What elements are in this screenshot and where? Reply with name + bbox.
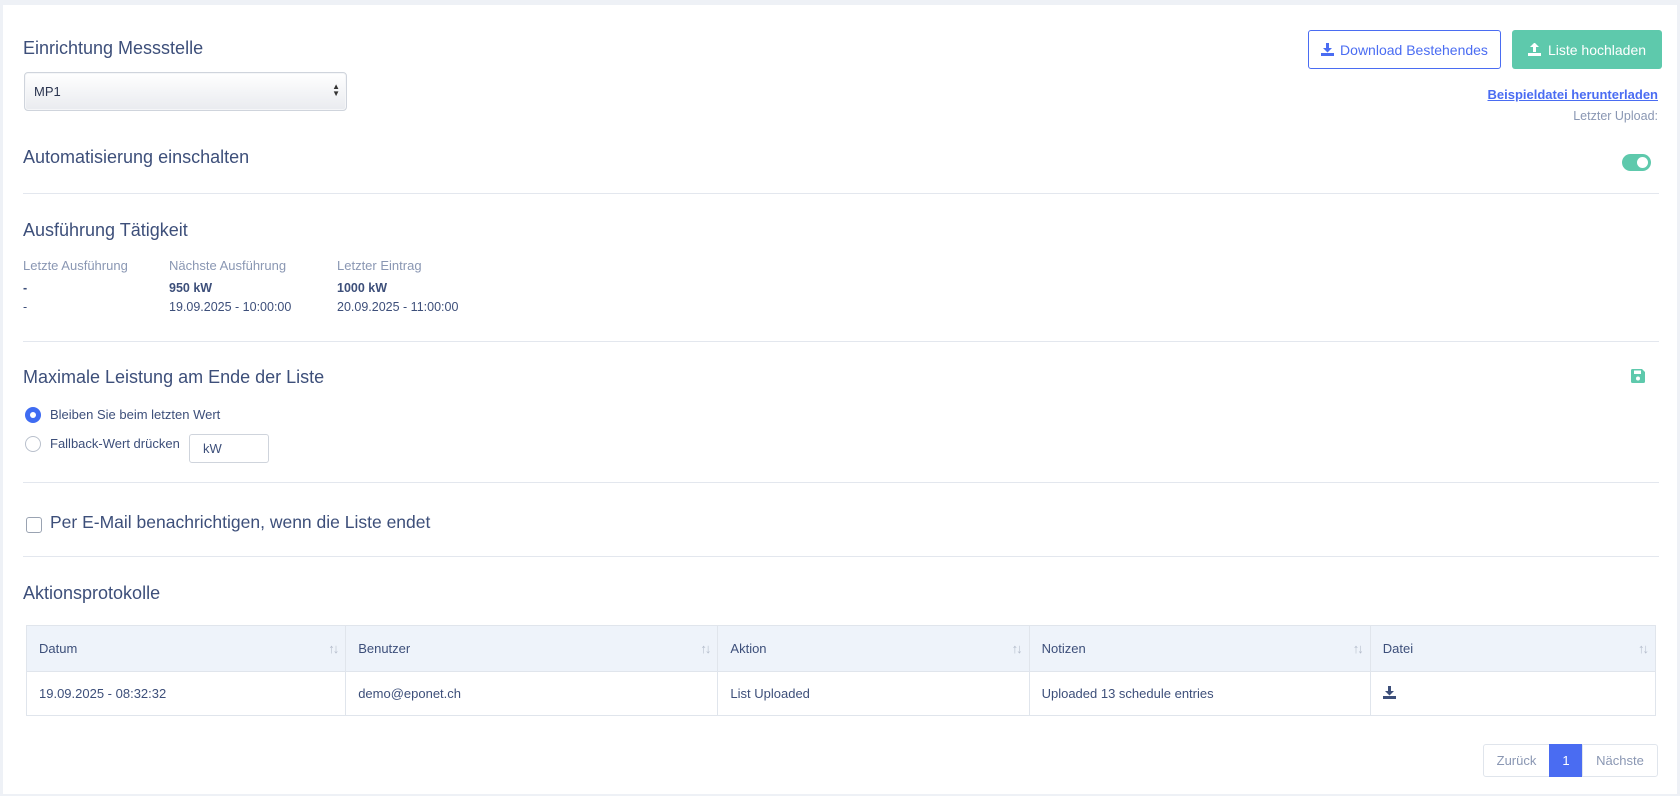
- last-execution-date: -: [23, 300, 28, 314]
- automation-title: Automatisierung einschalten: [23, 147, 250, 167]
- cell-benutzer: demo@eponet.ch: [345, 671, 719, 716]
- cell-datum: 19.09.2025 - 08:32:32: [25, 671, 347, 716]
- measuring-point-select[interactable]: MP1 ▲ ▼: [24, 72, 347, 111]
- setup-title: Einrichtung Messstelle: [23, 38, 204, 58]
- sort-icon: ↑↓: [1638, 641, 1649, 656]
- divider: [23, 482, 1659, 483]
- download-icon: [1321, 43, 1335, 56]
- next-execution-value: 950 kW: [169, 281, 213, 295]
- last-entry-label: Letzter Eintrag: [337, 258, 422, 273]
- header-label: Datum: [39, 641, 78, 656]
- sort-icon: ↑↓: [328, 641, 339, 656]
- table-header-row: Datum ↑↓ Benutzer ↑↓ Aktion ↑↓ Notizen ↑↓ Da…: [25, 625, 1657, 672]
- header-label: Datei: [1382, 641, 1414, 656]
- column-header-aktion[interactable]: Aktion ↑↓: [717, 625, 1030, 672]
- divider: [23, 341, 1659, 342]
- pagination-page-1[interactable]: 1: [1549, 744, 1583, 777]
- radio-fallback-label: Fallback-Wert drücken: [50, 436, 180, 451]
- pagination-next-button[interactable]: Nächste: [1582, 744, 1658, 777]
- header-label: Notizen: [1041, 641, 1086, 656]
- download-existing-button[interactable]: Download Bestehendes: [1308, 30, 1501, 69]
- main-card: Einrichtung Messstelle MP1 ▲ ▼ Download B…: [3, 5, 1677, 794]
- fallback-value-input[interactable]: kW: [189, 434, 269, 463]
- action-log-table: Datum ↑↓ Benutzer ↑↓ Aktion ↑↓ Notizen ↑↓ Da…: [25, 625, 1657, 716]
- sort-icon: ↑↓: [1352, 641, 1364, 656]
- upload-icon: [1527, 43, 1541, 56]
- divider: [23, 193, 1659, 194]
- last-execution-label: Letzte Ausführung: [23, 258, 128, 273]
- upload-button-label: Liste hochladen: [1547, 41, 1647, 58]
- header-label: Aktion: [730, 641, 767, 656]
- select-arrows-icon: ▲ ▼: [332, 82, 340, 98]
- table-row: 19.09.2025 - 08:32:32 demo@eponet.ch Lis…: [25, 671, 1657, 716]
- column-header-datum[interactable]: Datum ↑↓: [25, 625, 347, 672]
- email-notify-label: Per E-Mail benachrichtigen, wenn die Lis…: [50, 512, 431, 532]
- select-value: MP1: [34, 84, 61, 99]
- last-entry-value: 1000 kW: [337, 281, 388, 295]
- pagination-prev-button[interactable]: Zurück: [1483, 744, 1550, 777]
- divider: [23, 556, 1659, 557]
- fallback-unit-placeholder: kW: [203, 441, 222, 456]
- radio-fallback-value[interactable]: [25, 436, 41, 452]
- execution-title: Ausführung Tätigkeit: [23, 220, 188, 240]
- automation-toggle[interactable]: [1622, 154, 1651, 171]
- column-header-notizen[interactable]: Notizen ↑↓: [1028, 625, 1371, 672]
- next-execution-date: 19.09.2025 - 10:00:00: [169, 300, 292, 314]
- save-icon[interactable]: [1631, 369, 1645, 383]
- sample-file-link[interactable]: Beispieldatei herunterladen: [1488, 87, 1659, 102]
- column-header-benutzer[interactable]: Benutzer ↑↓: [345, 625, 719, 672]
- file-download-icon[interactable]: [1382, 685, 1396, 699]
- next-execution-label: Nächste Ausführung: [169, 258, 287, 273]
- radio-keep-last-label: Bleiben Sie beim letzten Wert: [50, 407, 221, 422]
- download-button-label: Download Bestehendes: [1340, 41, 1488, 58]
- radio-keep-last-value[interactable]: [25, 407, 41, 423]
- cell-datei: [1369, 671, 1657, 716]
- header-label: Benutzer: [358, 641, 411, 656]
- last-execution-value: -: [23, 281, 28, 295]
- sort-icon: ↑↓: [1011, 641, 1023, 656]
- cell-aktion: List Uploaded: [717, 671, 1030, 716]
- column-header-datei[interactable]: Datei ↑↓: [1369, 625, 1657, 672]
- cell-notizen: Uploaded 13 schedule entries: [1028, 671, 1371, 716]
- action-log-title: Aktionsprotokolle: [23, 583, 161, 603]
- max-power-title: Maximale Leistung am Ende der Liste: [23, 367, 325, 387]
- email-notify-checkbox[interactable]: [26, 517, 42, 533]
- upload-list-button[interactable]: Liste hochladen: [1512, 30, 1662, 69]
- last-upload-label: Letzter Upload:: [1573, 109, 1658, 123]
- last-entry-date: 20.09.2025 - 11:00:00: [337, 300, 459, 314]
- sort-icon: ↑↓: [700, 641, 711, 656]
